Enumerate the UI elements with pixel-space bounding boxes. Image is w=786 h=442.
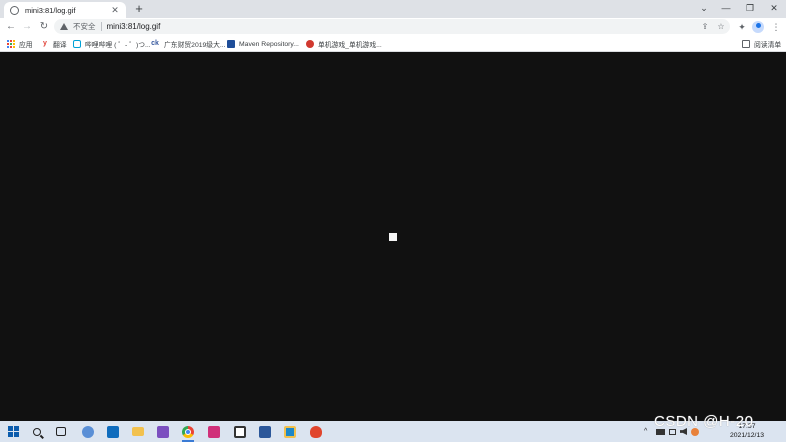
bookmark-bilibili[interactable]: 哔哩哔哩 ( ゜- ゜)つ... xyxy=(73,36,151,52)
taskbar-panda-app[interactable] xyxy=(231,423,249,440)
menu-icon[interactable]: ⋮ xyxy=(768,19,784,35)
bookmark-label: 应用 xyxy=(19,42,33,49)
csdn-watermark: CSDN @H-20 xyxy=(654,413,754,430)
new-tab-button[interactable]: + xyxy=(132,2,146,16)
taskbar-mail[interactable] xyxy=(104,423,122,440)
close-tab-icon[interactable]: ✕ xyxy=(110,5,120,16)
profile-avatar[interactable] xyxy=(752,21,764,33)
red-app-icon xyxy=(310,425,322,438)
bookmark-label: Maven Repository... xyxy=(239,40,299,48)
translate-icon: y xyxy=(43,40,47,47)
browser-window: mini3:81/log.gif ✕ + ⌄ — ❐ ✕ ← → ↻ 不安全 m… xyxy=(0,0,786,442)
bookmark-apps[interactable]: 应用 xyxy=(7,36,33,52)
url-text[interactable]: mini3:81/log.gif xyxy=(107,22,161,31)
clock-date: 2021/12/13 xyxy=(729,432,765,439)
apps-grid-icon xyxy=(7,40,15,48)
minimize-button[interactable]: — xyxy=(714,0,738,16)
reload-button[interactable]: ↻ xyxy=(36,19,52,35)
maximize-button[interactable]: ❐ xyxy=(738,0,762,16)
back-button[interactable]: ← xyxy=(3,19,19,35)
globe-icon xyxy=(10,5,19,15)
folder-icon xyxy=(132,427,144,436)
browser-toolbar: ← → ↻ 不安全 mini3:81/log.gif ⇪ ☆ ✦ ⋮ xyxy=(0,18,786,36)
mail-icon xyxy=(107,425,119,438)
bookmark-label: 单机游戏_单机游戏... xyxy=(318,42,382,49)
close-window-button[interactable]: ✕ xyxy=(762,0,786,16)
game-icon xyxy=(306,40,314,48)
search-button[interactable] xyxy=(28,423,46,440)
bookmark-ck[interactable]: ck 广东财贸2019级大... xyxy=(150,36,226,52)
address-bar[interactable]: 不安全 mini3:81/log.gif ⇪ ☆ xyxy=(54,19,730,34)
omnibox-divider xyxy=(100,22,102,31)
panda-icon xyxy=(234,425,246,438)
taskbar-explorer[interactable] xyxy=(129,423,147,440)
taskbar-app-1[interactable] xyxy=(79,423,97,440)
bookmarks-bar: 应用 y 翻译 哔哩哔哩 ( ゜- ゜)つ... ck 广东财贸2019级大..… xyxy=(0,36,786,52)
taskbar-chrome[interactable] xyxy=(179,423,197,442)
reading-list[interactable]: 阅读清单 xyxy=(742,36,781,52)
tab-strip: mini3:81/log.gif ✕ + ⌄ — ❐ ✕ xyxy=(0,0,786,18)
blue-square-app-icon xyxy=(284,425,296,438)
settings-app-icon xyxy=(82,425,94,438)
reading-list-icon xyxy=(742,40,750,48)
bookmark-game[interactable]: 单机游戏_单机游戏... xyxy=(306,36,382,52)
windows-start-icon xyxy=(7,426,19,437)
bookmark-label: 哔哩哔哩 ( ゜- ゜)つ... xyxy=(85,42,151,49)
intellij-icon xyxy=(208,425,220,438)
ck-icon: ck xyxy=(151,40,159,47)
page-content xyxy=(0,53,786,421)
extensions-icon[interactable]: ✦ xyxy=(734,19,750,35)
task-view-icon xyxy=(56,427,66,436)
bookmark-maven[interactable]: Maven Repository... xyxy=(227,36,299,52)
taskbar-intellij[interactable] xyxy=(205,423,223,440)
word-icon xyxy=(259,425,271,438)
tab-log-gif[interactable]: mini3:81/log.gif ✕ xyxy=(4,2,126,18)
taskbar-visual-studio[interactable] xyxy=(154,423,172,440)
tray-overflow-button[interactable]: ^ xyxy=(644,421,647,442)
task-view-button[interactable] xyxy=(52,423,70,440)
security-label[interactable]: 不安全 xyxy=(73,21,96,32)
log-gif-image xyxy=(389,233,397,241)
bookmark-translate[interactable]: y 翻译 xyxy=(41,36,67,52)
start-button[interactable] xyxy=(4,423,22,440)
chrome-icon xyxy=(182,425,194,438)
bookmark-star-icon[interactable]: ☆ xyxy=(714,19,728,34)
taskbar-word[interactable] xyxy=(256,423,274,440)
bookmark-label: 广东财贸2019级大... xyxy=(164,42,226,49)
visual-studio-icon xyxy=(157,425,169,438)
tab-search-button[interactable]: ⌄ xyxy=(692,0,716,16)
taskbar-app-2[interactable] xyxy=(281,423,299,440)
bookmark-label: 翻译 xyxy=(53,42,67,49)
maven-icon xyxy=(227,40,235,48)
warning-icon[interactable] xyxy=(60,23,68,30)
bilibili-icon xyxy=(73,40,81,48)
taskbar-app-3[interactable] xyxy=(307,423,325,440)
tab-title: mini3:81/log.gif xyxy=(25,5,76,15)
share-icon[interactable]: ⇪ xyxy=(698,19,712,34)
forward-button[interactable]: → xyxy=(19,19,35,35)
search-icon xyxy=(33,427,41,436)
reading-list-label: 阅读清单 xyxy=(754,42,782,49)
